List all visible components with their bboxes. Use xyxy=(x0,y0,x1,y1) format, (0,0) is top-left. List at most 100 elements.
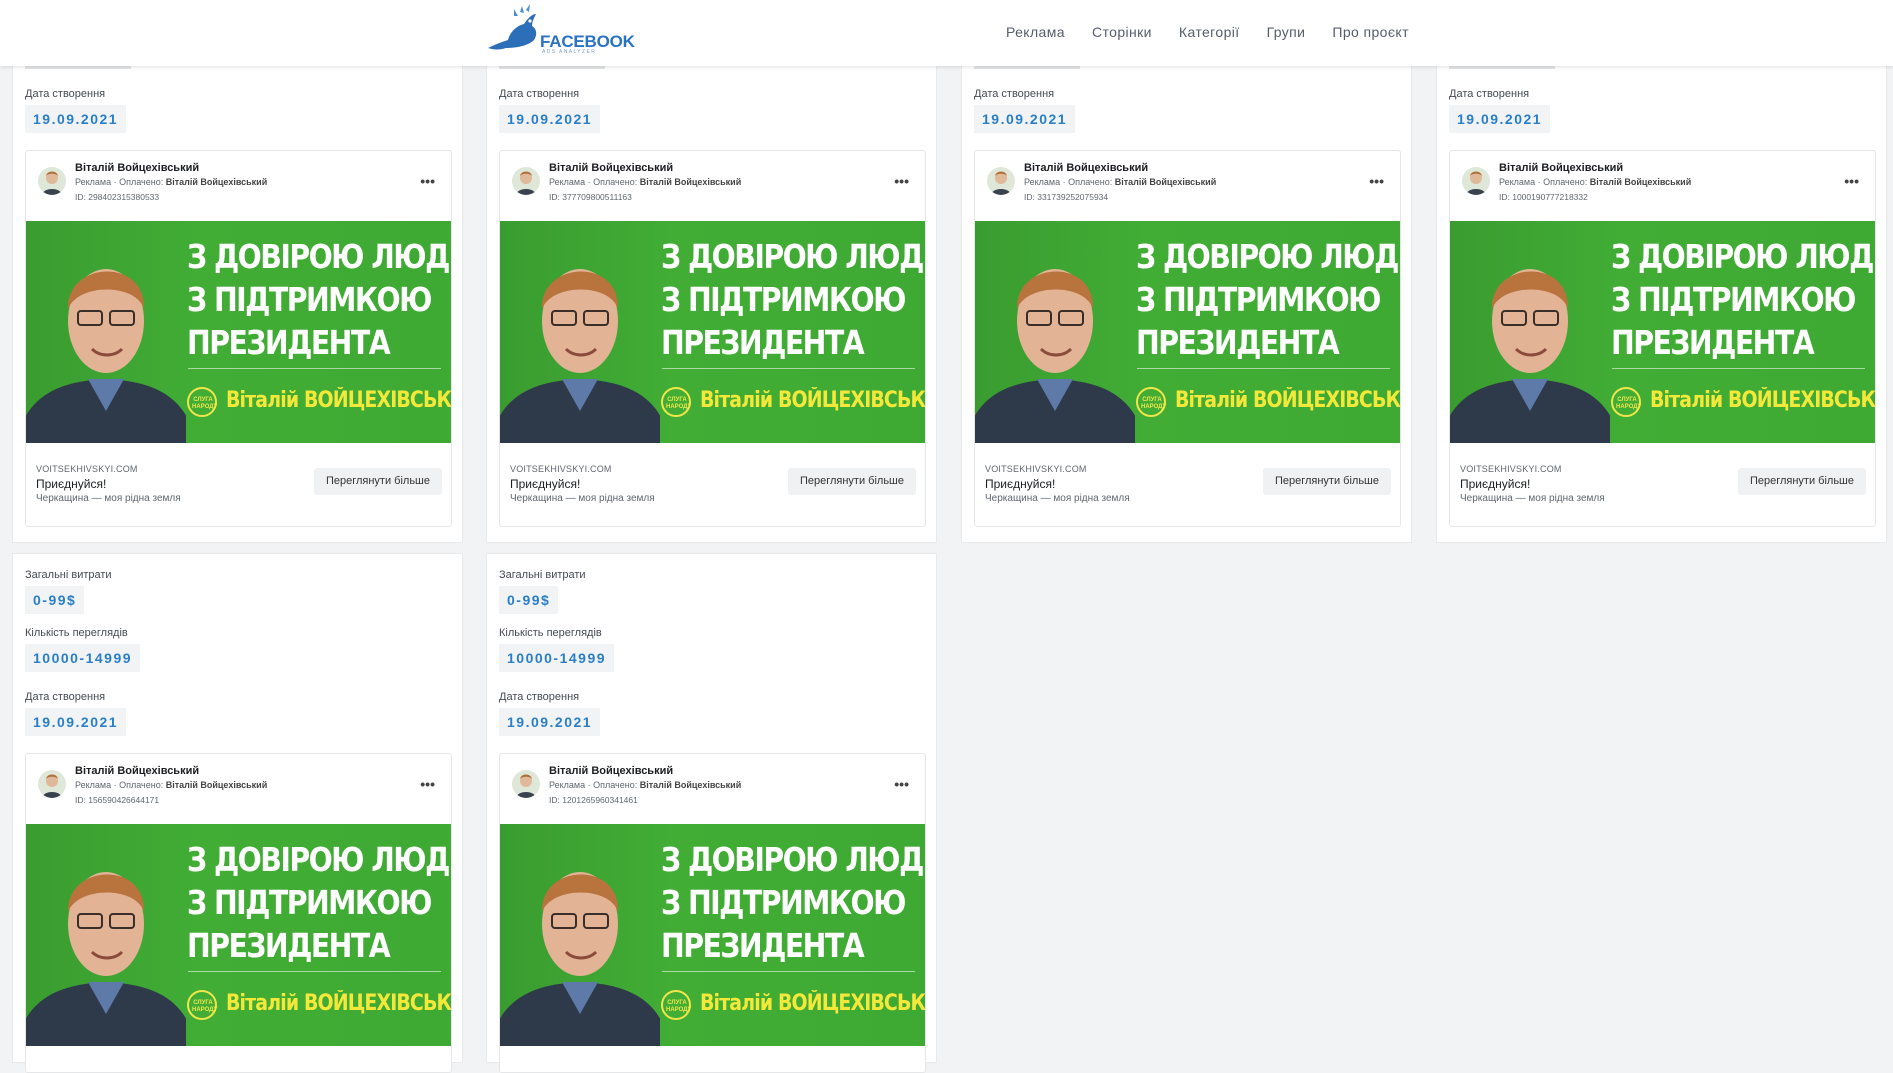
banner-line-1: З ДОВІРОЮ ЛЮДЕЙ, xyxy=(661,237,925,276)
ad-meta: Реклама · Оплачено: Віталій Войцехівськи… xyxy=(549,177,741,187)
banner-divider xyxy=(662,368,915,369)
party-logo-icon: СЛУГА НАРОДУ xyxy=(187,990,217,1020)
party-logo-text: СЛУГА НАРОДУ xyxy=(192,397,218,410)
avatar xyxy=(987,167,1015,195)
ad-card: Загальні витрати 0-99$ Кількість перегля… xyxy=(486,553,937,1073)
ad-preview: Віталій Войцехівський Реклама · Оплачено… xyxy=(499,753,926,1073)
ad-id: ID: 1000190777218332 xyxy=(1499,192,1588,202)
banner-line-3: ПРЕЗИДЕНТА xyxy=(187,323,391,362)
nav-item-groups[interactable]: Групи xyxy=(1267,24,1306,40)
ad-meta: Реклама · Оплачено: Віталій Войцехівськи… xyxy=(549,780,741,790)
ad-title: Приєднуйся! xyxy=(985,477,1056,491)
views-label: Кількість переглядів xyxy=(499,627,602,639)
created-label: Дата створення xyxy=(974,88,1055,100)
more-options-icon[interactable]: ••• xyxy=(894,173,909,189)
banner-divider xyxy=(1137,368,1390,369)
ad-id: ID: 331739252075934 xyxy=(1024,192,1109,202)
nav-item-about[interactable]: Про проєкт xyxy=(1332,24,1409,40)
views-value: 10000-14999 xyxy=(25,644,141,672)
created-label: Дата створення xyxy=(25,691,106,703)
ad-description: Черкащина — моя рідна земля xyxy=(1460,493,1605,504)
ad-card: Дата створення 19.09.2021 Віталій Войцех… xyxy=(12,50,463,543)
views-label: Кількість переглядів xyxy=(25,627,128,639)
nav-item-categories[interactable]: Категорії xyxy=(1179,24,1240,40)
more-options-icon[interactable]: ••• xyxy=(1369,173,1384,189)
more-options-icon[interactable]: ••• xyxy=(420,776,435,792)
ad-card: Дата створення 19.09.2021 Віталій Войцех… xyxy=(486,50,937,543)
more-options-icon[interactable]: ••• xyxy=(894,776,909,792)
banner-headline: З ДОВІРОЮ ЛЮДЕЙ, З ПІДТРИМКОЮ ПРЕЗИДЕНТА xyxy=(661,838,925,967)
created-label: Дата створення xyxy=(499,691,580,703)
nav-item-ads[interactable]: Реклама xyxy=(1006,24,1065,40)
banner-line-3: ПРЕЗИДЕНТА xyxy=(1611,323,1815,362)
ad-title: Приєднуйся! xyxy=(36,477,107,491)
created-value: 19.09.2021 xyxy=(1449,105,1551,133)
more-options-icon[interactable]: ••• xyxy=(420,173,435,189)
spend-label: Загальні витрати xyxy=(499,569,586,581)
created-label: Дата створення xyxy=(499,88,580,100)
avatar xyxy=(38,167,66,195)
banner-line-2: З ПІДТРИМКОЮ xyxy=(1611,280,1856,319)
ad-page-name[interactable]: Віталій Войцехівський xyxy=(75,765,199,777)
banner-headline: З ДОВІРОЮ ЛЮДЕЙ, З ПІДТРИМКОЮ ПРЕЗИДЕНТА xyxy=(187,838,451,967)
nav-item-pages[interactable]: Сторінки xyxy=(1092,24,1152,40)
banner-divider xyxy=(1612,368,1865,369)
ad-banner-image: З ДОВІРОЮ ЛЮДЕЙ, З ПІДТРИМКОЮ ПРЕЗИДЕНТА С… xyxy=(1450,221,1875,443)
main-nav: Реклама Сторінки Категорії Групи Про про… xyxy=(1006,24,1436,40)
ad-title: Приєднуйся! xyxy=(1460,477,1531,491)
see-more-button[interactable]: Переглянути більше xyxy=(1737,468,1866,495)
ad-preview: Віталій Войцехівський Реклама · Оплачено… xyxy=(25,150,452,527)
party-logo-text: СЛУГА НАРОДУ xyxy=(192,1000,218,1013)
ad-banner-image: З ДОВІРОЮ ЛЮДЕЙ, З ПІДТРИМКОЮ ПРЕЗИДЕНТА С… xyxy=(500,221,925,443)
banner-line-3: ПРЕЗИДЕНТА xyxy=(1136,323,1340,362)
party-logo-icon: СЛУГА НАРОДУ xyxy=(661,990,691,1020)
created-value: 19.09.2021 xyxy=(25,105,127,133)
created-value: 19.09.2021 xyxy=(499,105,601,133)
banner-line-1: З ДОВІРОЮ ЛЮДЕЙ, xyxy=(661,840,925,879)
party-logo-text: СЛУГА НАРОДУ xyxy=(666,397,692,410)
ad-banner-image: З ДОВІРОЮ ЛЮДЕЙ, З ПІДТРИМКОЮ ПРЕЗИДЕНТА С… xyxy=(500,824,925,1046)
ad-page-name[interactable]: Віталій Войцехівський xyxy=(1499,162,1623,174)
party-logo-text: СЛУГА НАРОДУ xyxy=(1616,397,1642,410)
party-logo-icon: СЛУГА НАРОДУ xyxy=(187,387,217,417)
banner-candidate-name: Віталій ВОЙЦЕХІВСЬКИЙ xyxy=(700,991,925,1016)
candidate-photo xyxy=(500,269,660,443)
more-options-icon[interactable]: ••• xyxy=(1844,173,1859,189)
ad-meta-prefix: Реклама · Оплачено: xyxy=(1499,177,1590,187)
ad-description: Черкащина — моя рідна земля xyxy=(985,493,1130,504)
banner-line-1: З ДОВІРОЮ ЛЮДЕЙ, xyxy=(1611,237,1875,276)
ad-meta: Реклама · Оплачено: Віталій Войцехівськи… xyxy=(75,177,267,187)
created-label: Дата створення xyxy=(25,88,106,100)
banner-line-3: ПРЕЗИДЕНТА xyxy=(661,323,865,362)
candidate-photo xyxy=(975,269,1135,443)
ad-id: ID: 156590426644171 xyxy=(75,795,160,805)
banner-line-2: З ПІДТРИМКОЮ xyxy=(187,280,432,319)
ad-meta: Реклама · Оплачено: Віталій Войцехівськи… xyxy=(1024,177,1216,187)
ad-payer: Віталій Войцехівський xyxy=(639,177,742,187)
avatar xyxy=(512,770,540,798)
banner-line-3: ПРЕЗИДЕНТА xyxy=(661,926,865,965)
ad-page-name[interactable]: Віталій Войцехівський xyxy=(75,162,199,174)
ad-banner-image: З ДОВІРОЮ ЛЮДЕЙ, З ПІДТРИМКОЮ ПРЕЗИДЕНТА С… xyxy=(975,221,1400,443)
avatar xyxy=(512,167,540,195)
ad-title: Приєднуйся! xyxy=(510,477,581,491)
banner-candidate-name: Віталій ВОЙЦЕХІВСЬКИЙ xyxy=(226,991,451,1016)
ad-page-name[interactable]: Віталій Войцехівський xyxy=(549,765,673,777)
party-logo-icon: СЛУГА НАРОДУ xyxy=(1611,387,1641,417)
see-more-button[interactable]: Переглянути більше xyxy=(787,468,916,495)
ad-meta: Реклама · Оплачено: Віталій Войцехівськи… xyxy=(75,780,267,790)
ad-domain: VOITSEKHIVSKYI.COM xyxy=(36,464,138,474)
created-label: Дата створення xyxy=(1449,88,1530,100)
site-logo[interactable]: FACEBOOK ADS ANALYZER xyxy=(486,4,635,58)
ad-payer: Віталій Войцехівський xyxy=(165,177,268,187)
ad-page-name[interactable]: Віталій Войцехівський xyxy=(1024,162,1148,174)
ad-page-name[interactable]: Віталій Войцехівський xyxy=(549,162,673,174)
banner-line-2: З ПІДТРИМКОЮ xyxy=(1136,280,1381,319)
created-value: 19.09.2021 xyxy=(499,708,601,736)
banner-headline: З ДОВІРОЮ ЛЮДЕЙ, З ПІДТРИМКОЮ ПРЕЗИДЕНТА xyxy=(1611,235,1875,364)
see-more-button[interactable]: Переглянути більше xyxy=(313,468,442,495)
see-more-button[interactable]: Переглянути більше xyxy=(1262,468,1391,495)
top-header: FACEBOOK ADS ANALYZER Реклама Сторінки К… xyxy=(0,0,1893,66)
candidate-photo xyxy=(500,872,660,1046)
banner-headline: З ДОВІРОЮ ЛЮДЕЙ, З ПІДТРИМКОЮ ПРЕЗИДЕНТА xyxy=(1136,235,1400,364)
